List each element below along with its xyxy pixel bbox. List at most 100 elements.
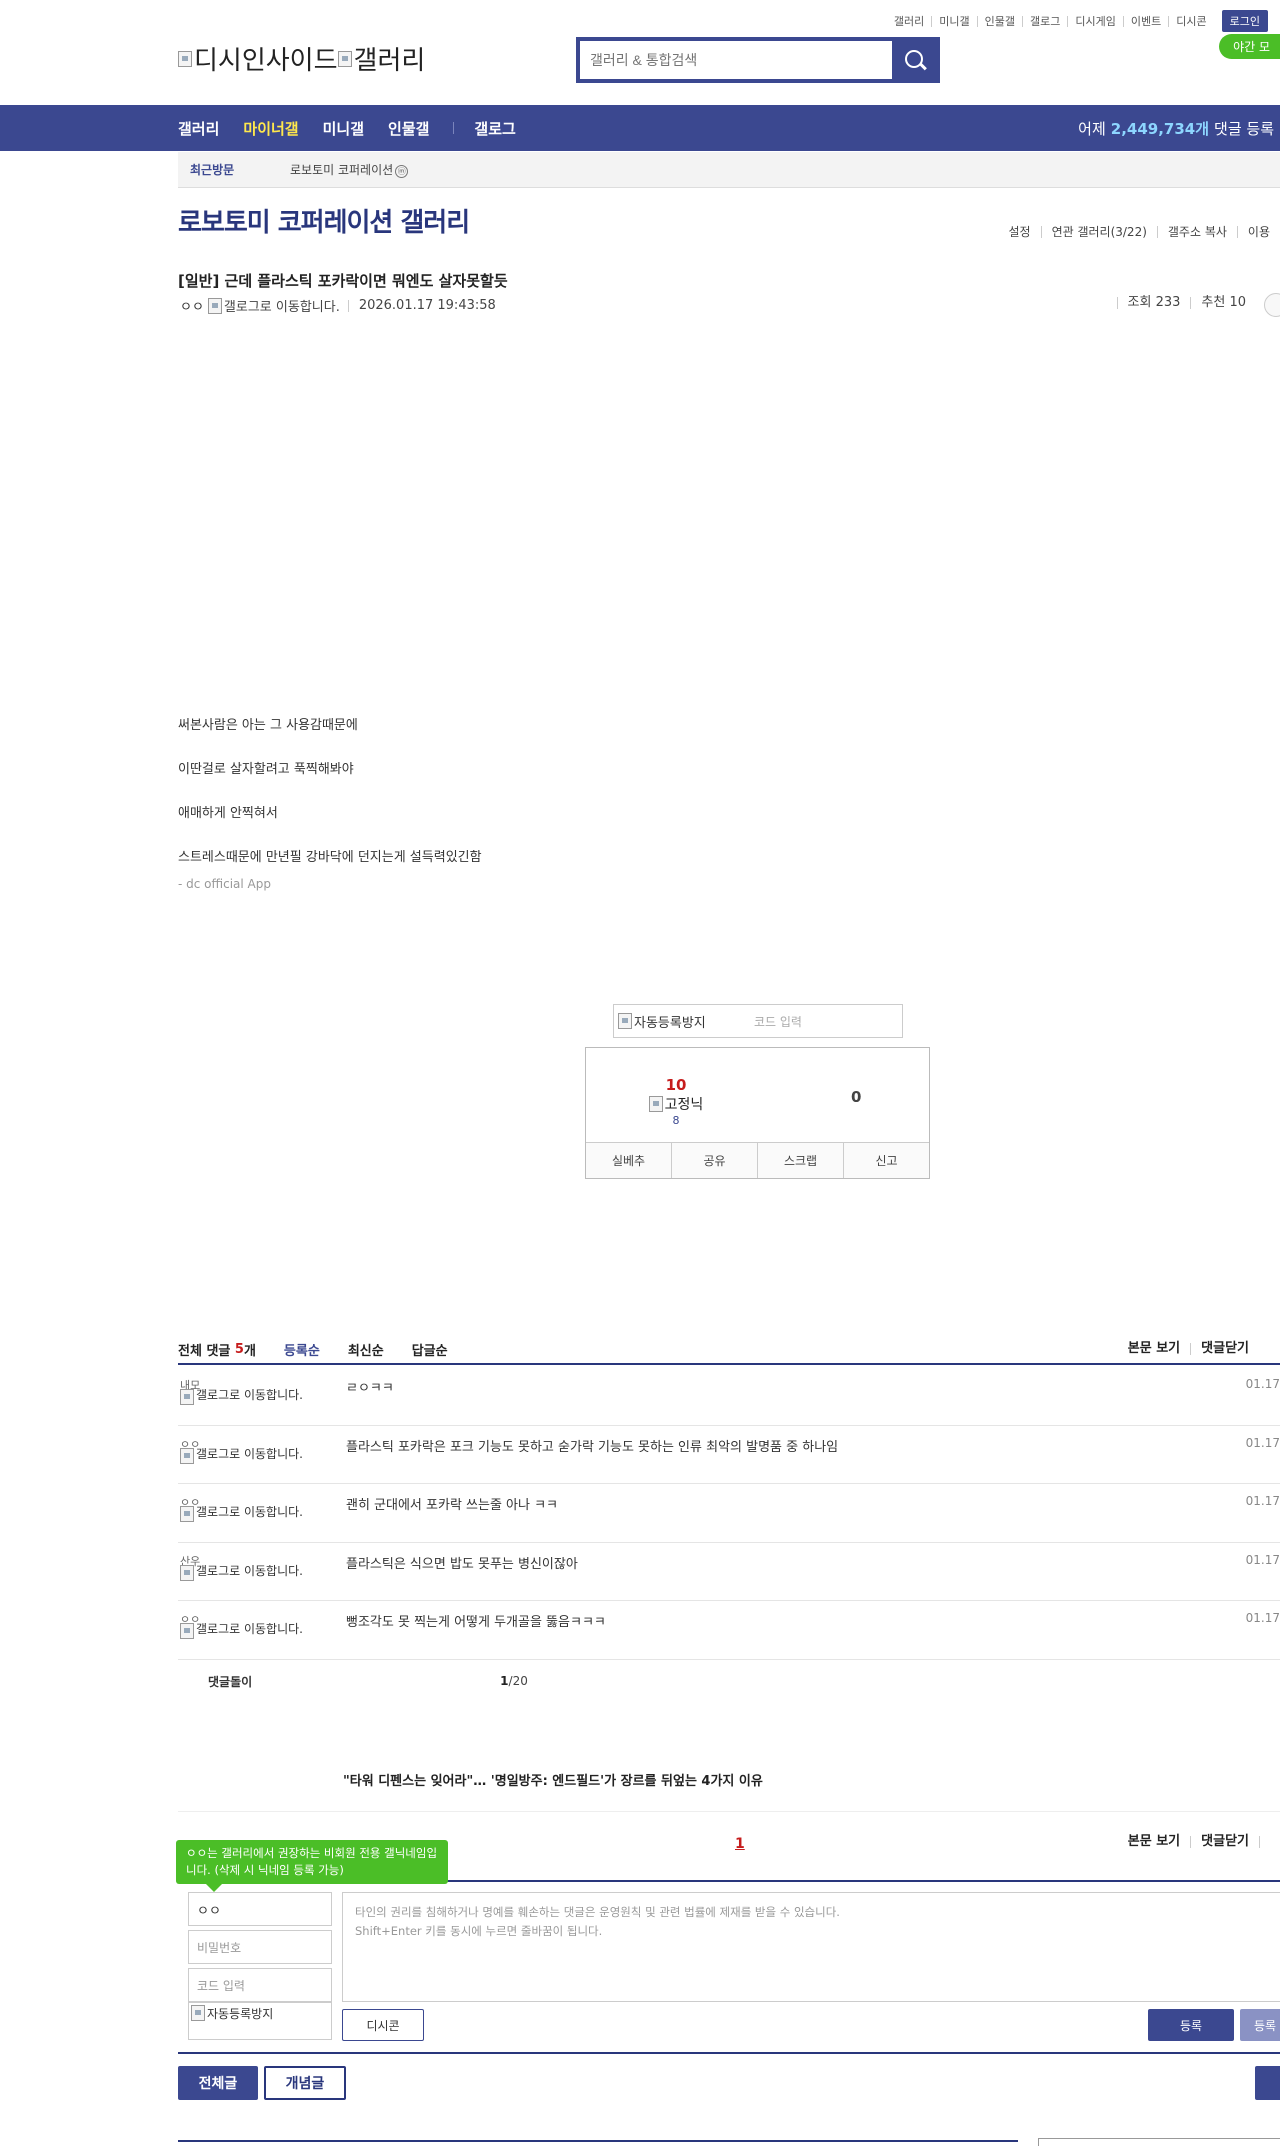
captcha-code-input[interactable]: 코드 입력 xyxy=(754,1013,802,1030)
gallery-usage-link[interactable]: 이용 xyxy=(1236,226,1280,238)
post-content: 써본사람은 아는 그 사용감때문에 이딴걸로 살자할려고 푹찍해봐야 애매하게 … xyxy=(178,712,482,894)
nav-item-person-gallery[interactable]: 인물갤 xyxy=(388,118,429,139)
post-views: 조회 233 xyxy=(1116,296,1191,309)
broken-image-icon xyxy=(337,50,352,67)
site-logo[interactable]: 디시인사이드 갤러리 xyxy=(178,40,425,77)
sort-registered[interactable]: 등록순 xyxy=(284,1340,320,1359)
refresh-comments-link[interactable] xyxy=(1259,1836,1280,1848)
util-link-dcgame[interactable]: 디시게임 xyxy=(1067,15,1122,27)
stat-suffix: 댓글 등록 xyxy=(1214,119,1274,138)
comment-item: ㅇㅇ 갤로그로 이동합니다. 뻥조각도 못 찍는게 어떻게 두개골을 뚫음ㅋㅋㅋ… xyxy=(178,1601,1280,1660)
night-mode-toggle[interactable]: 야간 모 xyxy=(1219,34,1280,59)
submit-recommend-button[interactable]: 등록 xyxy=(1240,2009,1280,2041)
util-link-dccon[interactable]: 디시콘 xyxy=(1168,15,1213,27)
stat-prefix: 어제 xyxy=(1078,119,1106,138)
nickname-input[interactable]: ㅇㅇ xyxy=(188,1892,332,1926)
page-number-current[interactable]: 1 xyxy=(735,1836,745,1852)
captcha-image: 자동등록방지 xyxy=(614,1012,754,1031)
comment-gallog-link[interactable]: 갤로그로 이동합니다. xyxy=(180,1447,320,1464)
post-meta: ㅇㅇ 갤로그로 이동합니다. 2026.01.17 19:43:58 xyxy=(180,296,496,315)
report-button[interactable]: 신고 xyxy=(843,1143,929,1178)
list-search-box[interactable] xyxy=(1038,2138,1280,2146)
scrap-button[interactable]: 스크랩 xyxy=(757,1143,843,1178)
copy-gallery-url-link[interactable]: 갤주소 복사 xyxy=(1156,226,1237,238)
post-gallog-alt[interactable]: 갤로그로 이동합니다. xyxy=(224,296,340,315)
nav-item-minor-gallery[interactable]: 마이너갤 xyxy=(243,118,298,139)
dccon-button[interactable]: 디시콘 xyxy=(342,2009,424,2041)
broken-image-icon xyxy=(180,1447,194,1464)
search-button[interactable] xyxy=(892,41,936,79)
post-stats: 조회 233 추천 10 xyxy=(1116,296,1256,309)
comment-gallog-link[interactable]: 갤로그로 이동합니다. xyxy=(180,1623,320,1639)
news-headline-link[interactable]: "타워 디펜스는 잊어라"… '명일방주: 엔드필드'가 장르를 뒤엎는 4가지… xyxy=(343,1770,763,1789)
recent-visit-item-label: 로보토미 코퍼레이션 xyxy=(290,163,394,177)
divider xyxy=(178,2052,1280,2054)
gallery-title[interactable]: 로보토미 코퍼레이션 갤러리 xyxy=(178,202,470,239)
gallery-tools: 설정 연관 갤러리(3/22) 갤주소 복사 이용 xyxy=(998,226,1280,238)
upvote-button[interactable]: 10 고정닉 8 xyxy=(636,1076,716,1127)
nav-item-gallog[interactable]: 갤로그 xyxy=(474,118,515,139)
broken-image-icon xyxy=(178,50,192,67)
textarea-notice-line: Shift+Enter 키를 동시에 누르면 줄바꿈이 됩니다. xyxy=(355,1924,603,1938)
post-more-button[interactable] xyxy=(1264,293,1280,317)
comment-gallog-alt: 갤로그로 이동합니다. xyxy=(196,1622,303,1636)
post-date: 2026.01.17 19:43:58 xyxy=(347,299,496,312)
sort-replies[interactable]: 답글순 xyxy=(412,1340,448,1359)
divider xyxy=(178,2140,1018,2142)
comment-gallog-link[interactable]: 갤로그로 이동합니다. xyxy=(180,1564,320,1581)
submit-comment-button[interactable]: 등록 xyxy=(1148,2009,1234,2041)
close-comments-link[interactable]: 댓글닫기 xyxy=(1190,1342,1259,1355)
login-button[interactable]: 로그인 xyxy=(1221,10,1268,32)
concept-posts-button[interactable]: 개념글 xyxy=(264,2066,346,2100)
view-body-link[interactable]: 본문 보기 xyxy=(1118,1835,1190,1848)
comment-time: 01.17 xyxy=(1245,1435,1280,1450)
search-box xyxy=(576,37,940,83)
comment-header: 전체 댓글 5개 등록순 최신순 답글순 본문 보기 댓글닫기 xyxy=(178,1335,1280,1365)
recent-visit-label[interactable]: 최근방문 xyxy=(178,161,290,178)
logo-alt-gallery: 갤러리 xyxy=(353,45,426,75)
sort-latest[interactable]: 최신순 xyxy=(348,1340,384,1359)
comment-page-total: /20 xyxy=(508,1674,528,1688)
comment-pagination: 1/20 xyxy=(500,1674,528,1688)
fixed-nick-image: 고정닉 xyxy=(636,1094,716,1114)
guest-nick-tooltip: ㅇㅇ는 갤러리에서 권장하는 비회원 전용 갤닉네임입니다. (삭제 시 닉네임… xyxy=(176,1840,448,1892)
comment-gallog-link[interactable]: 갤로그로 이동합니다. xyxy=(180,1506,320,1522)
logo-alt-dcinside: 디시인사이드 xyxy=(194,45,338,75)
best-recommend-button[interactable]: 실베추 xyxy=(586,1143,671,1178)
comment-gallog-link[interactable]: 갤로그로 이동합니다. xyxy=(180,1389,320,1405)
post-body-line: 써본사람은 아는 그 사용감때문에 xyxy=(178,718,358,733)
nav-item-gallery[interactable]: 갤러리 xyxy=(178,118,219,139)
util-link-persongall[interactable]: 인물갤 xyxy=(976,15,1022,27)
nav-item-mini-gallery[interactable]: 미니갤 xyxy=(323,118,364,139)
comment-textarea[interactable]: 타인의 권리를 침해하거나 명예를 훼손하는 댓글은 운영원칙 및 관련 법률에… xyxy=(342,1892,1280,2002)
search-input[interactable] xyxy=(580,41,892,79)
code-input[interactable]: 코드 입력 xyxy=(188,1968,332,2002)
textarea-notice-line: 타인의 권리를 침해하거나 명예를 훼손하는 댓글은 운영원칙 및 관련 법률에… xyxy=(355,1905,840,1919)
share-button[interactable]: 공유 xyxy=(671,1143,757,1178)
broken-image-icon xyxy=(180,1389,194,1405)
comment-gallog-alt: 갤로그로 이동합니다. xyxy=(196,1505,303,1519)
related-gallery-link[interactable]: 연관 갤러리(3/22) xyxy=(1040,226,1157,238)
comment-text: ㄹㅇㅋㅋ xyxy=(346,1381,394,1396)
gallery-settings-link[interactable]: 설정 xyxy=(998,226,1040,238)
password-input[interactable]: 비밀번호 xyxy=(188,1930,332,1964)
recent-visit-item[interactable]: 로보토미 코퍼레이션 ⓜ xyxy=(290,161,409,178)
comment-text: 플라스틱 포카락은 포크 기능도 못하고 숟가락 기능도 못하는 인류 최악의 … xyxy=(346,1439,839,1455)
util-link-gallery[interactable]: 갤러리 xyxy=(887,16,931,27)
pager-actions: 본문 보기 댓글닫기 xyxy=(1118,1835,1280,1848)
view-body-link[interactable]: 본문 보기 xyxy=(1118,1342,1190,1355)
util-link-event[interactable]: 이벤트 xyxy=(1122,15,1168,27)
post-author[interactable]: ㅇㅇ xyxy=(180,296,204,315)
stat-count: 2,449,734개 xyxy=(1110,119,1210,138)
comment-count: 5 xyxy=(234,1341,244,1357)
comment-bot-label[interactable]: 댓글돌이 xyxy=(208,1673,252,1690)
util-link-gallog[interactable]: 갤로그 xyxy=(1022,15,1067,27)
all-posts-button[interactable]: 전체글 xyxy=(178,2066,258,2100)
main-nav-menu: 갤러리 마이너갤 미니갤 인물갤 갤로그 xyxy=(178,105,540,151)
util-link-minigall[interactable]: 미니갤 xyxy=(931,15,976,27)
app-signature: - dc official App xyxy=(178,877,271,891)
write-post-button[interactable] xyxy=(1255,2066,1280,2100)
downvote-count[interactable]: 0 xyxy=(851,1088,861,1106)
close-comments-link[interactable]: 댓글닫기 xyxy=(1190,1835,1259,1848)
comment-page-current[interactable]: 1 xyxy=(500,1674,508,1688)
